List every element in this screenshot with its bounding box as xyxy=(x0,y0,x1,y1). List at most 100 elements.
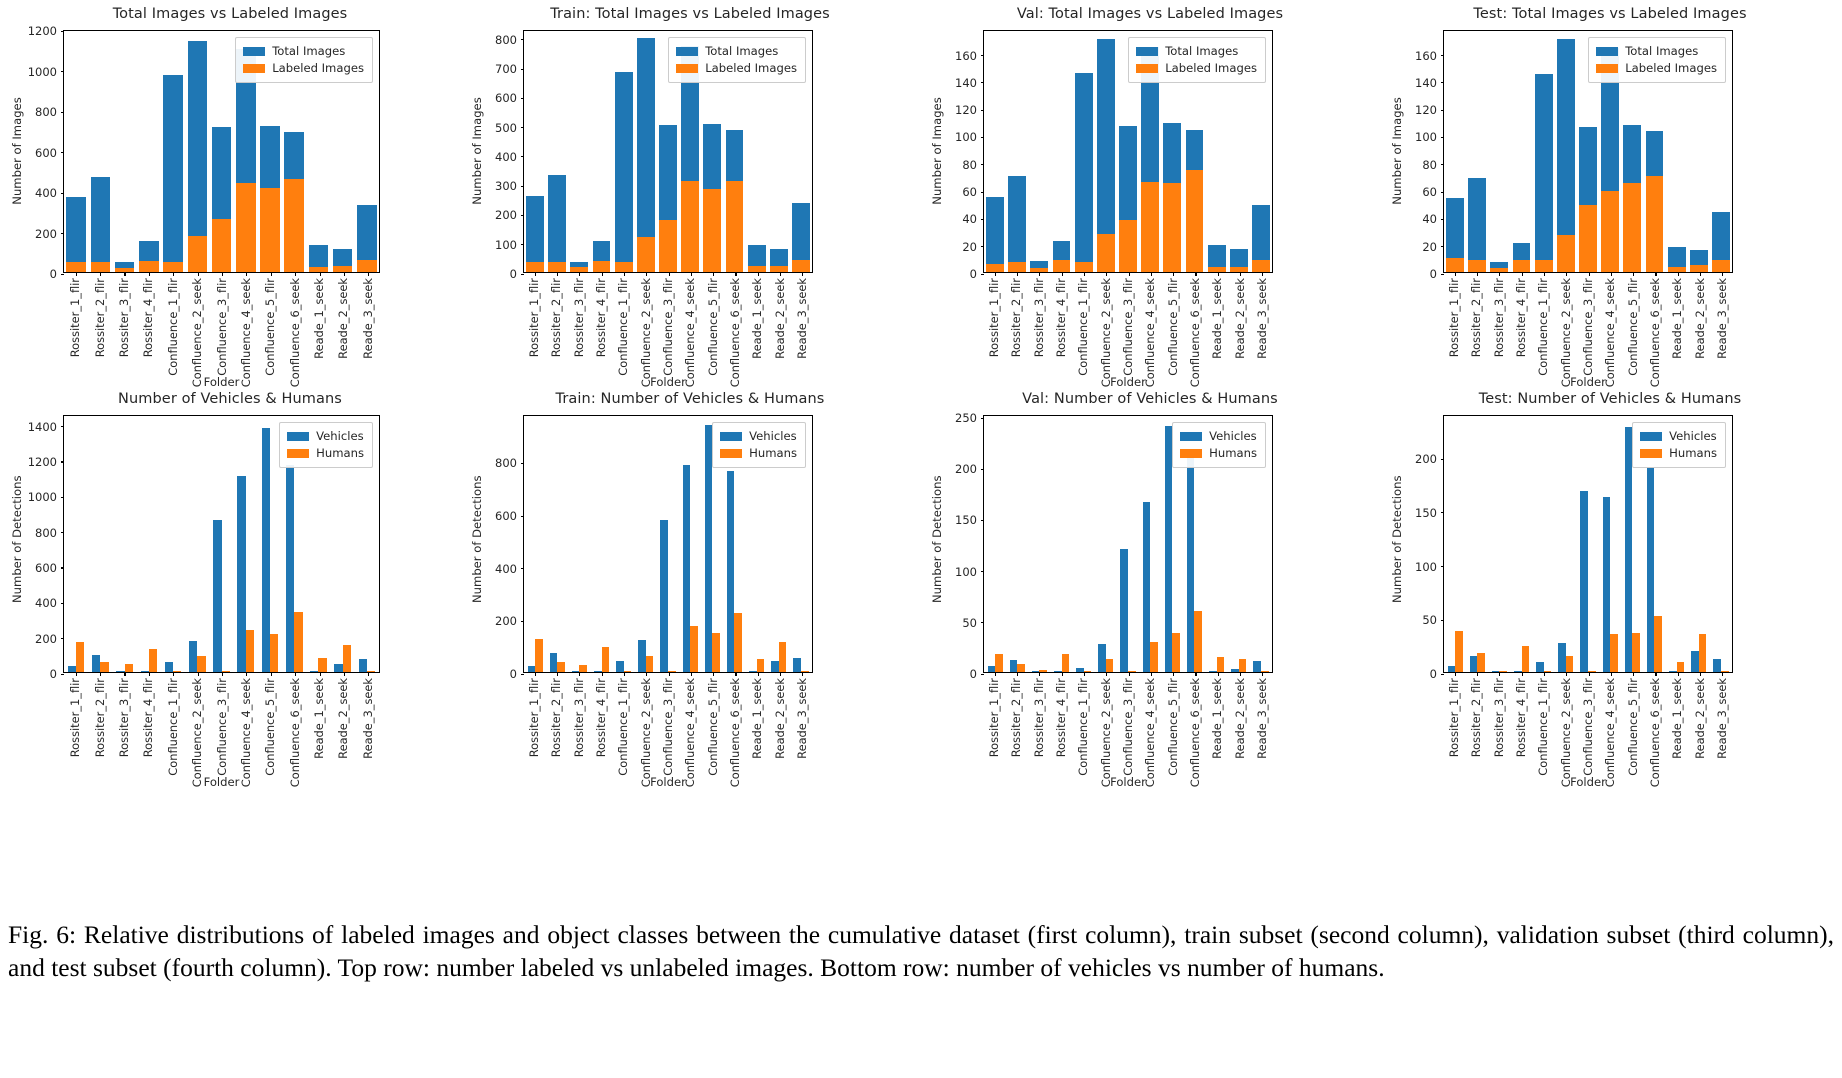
x-axis-tick-mark xyxy=(295,672,297,676)
bar-slot xyxy=(112,31,136,272)
x-axis-tick-label: Reade_1_seek xyxy=(312,278,327,359)
bar-humans xyxy=(1654,616,1663,672)
x-axis-tick-label: Reade_1_seek xyxy=(750,278,765,359)
bar-vehicles xyxy=(1142,502,1151,672)
bar-slot xyxy=(679,416,701,672)
bar-vehicles xyxy=(1491,670,1500,672)
bar-slot xyxy=(234,416,258,672)
bar-segment-labeled-images xyxy=(1579,205,1597,272)
x-axis-tick-label: Reade_3_seek xyxy=(1714,678,1729,759)
bar-vehicles xyxy=(1098,644,1106,672)
x-axis-tick-mark xyxy=(1476,672,1479,676)
bar-vehicles xyxy=(1231,668,1239,672)
legend-label: Labeled Images xyxy=(1165,60,1257,75)
x-axis-tick-mark xyxy=(343,672,346,676)
bar-vehicles xyxy=(793,658,801,672)
x-axis-tick-label: Confluence_1_flir xyxy=(1076,278,1091,376)
stacked-bar xyxy=(725,130,744,272)
x-axis-tick-mark xyxy=(295,272,297,276)
bar-vehicles xyxy=(638,640,646,672)
stacked-bar xyxy=(1534,74,1553,272)
x-axis-tick-label: Reade_1_seek xyxy=(1210,278,1225,359)
x-axis-tick-mark xyxy=(270,272,272,276)
legend-swatch-orange-icon xyxy=(1640,448,1663,458)
grouped-bar-pair xyxy=(1098,416,1114,672)
x-axis-tick-label: Confluence_3_flir xyxy=(1581,678,1595,776)
bar-segment-total-images xyxy=(1645,131,1664,177)
legend-swatch-blue-icon xyxy=(243,46,266,56)
x-axis-label: Folder xyxy=(650,775,686,789)
bar-segment-labeled-images xyxy=(308,266,329,272)
bar-humans xyxy=(1039,669,1047,672)
bar-segment-total-images xyxy=(1712,211,1730,260)
bar-vehicles xyxy=(116,671,125,672)
bar-segment-total-images xyxy=(1052,240,1071,260)
bar-humans xyxy=(318,658,327,672)
chart-panel-all_detections: Number of Vehicles & Humans 0 200 400 600 800… xyxy=(0,385,460,789)
x-axis-tick-label: Rossiter_3_flir xyxy=(1031,678,1046,758)
x-axis-tick-mark xyxy=(1543,672,1545,676)
x-axis-tick-mark xyxy=(124,672,126,676)
x-axis-tick-label: Rossiter_1_flir xyxy=(987,678,1002,758)
stacked-bar xyxy=(163,74,183,272)
bar-segment-labeled-images xyxy=(1052,259,1071,272)
chart-panel-val_images: Val: Total Images vs Labeled Images 0 20 40… xyxy=(920,0,1380,389)
x-axis-tick-mark xyxy=(1521,272,1523,276)
bar-vehicles xyxy=(616,661,624,672)
x-axis-tick-label: Confluence_6_seek xyxy=(1647,678,1662,788)
bar-humans xyxy=(1477,652,1485,672)
bar-segment-labeled-images xyxy=(1623,183,1642,272)
legend-entry: Humans xyxy=(720,445,797,462)
stacked-bar xyxy=(332,248,353,272)
x-axis-tick-label: Confluence_6_seek xyxy=(1187,278,1202,388)
bar-vehicles xyxy=(310,671,319,672)
x-axis-tick-label: Rossiter_2_flir xyxy=(1469,678,1484,758)
grouped-bar-pair xyxy=(164,416,182,672)
bar-vehicles xyxy=(1253,660,1261,672)
x-axis-tick-mark xyxy=(1677,272,1679,276)
x-axis-tick-mark xyxy=(1061,672,1063,676)
bar-segment-total-images xyxy=(357,204,377,260)
stacked-bar xyxy=(548,175,567,272)
bar-segment-labeled-images xyxy=(163,262,183,272)
bar-humans xyxy=(1105,658,1114,672)
bar-vehicles xyxy=(285,464,295,672)
stacked-bar xyxy=(1667,247,1686,272)
bar-slot xyxy=(524,31,546,272)
x-axis-tick-label: Confluence_4_seek xyxy=(1603,678,1618,788)
bar-segment-total-images xyxy=(1556,38,1575,236)
chart-panel-test_detections: Test: Number of Vehicles & Humans 0 50 100 1… xyxy=(1380,385,1840,789)
bar-humans xyxy=(557,662,565,672)
bar-humans xyxy=(148,648,158,672)
grouped-bar-pair xyxy=(140,416,158,672)
x-axis-tick-label: Reade_3_seek xyxy=(1254,678,1269,759)
x-axis-tick-label: Rossiter_1_flir xyxy=(68,278,83,358)
bar-segment-labeled-images xyxy=(90,262,111,272)
grouped-bar-pair xyxy=(1602,416,1618,672)
x-axis-tick-mark xyxy=(197,672,199,676)
bar-segment-labeled-images xyxy=(769,265,788,272)
x-axis-tick-mark xyxy=(623,672,625,676)
x-axis-tick-label: Rossiter_2_flir xyxy=(1009,678,1024,758)
bar-vehicles xyxy=(726,470,735,672)
x-axis-tick-mark xyxy=(1588,672,1590,676)
chart-panel-val_detections: Val: Number of Vehicles & Humans 0 50 100 15… xyxy=(920,385,1380,789)
bar-segment-labeled-images xyxy=(1096,233,1115,272)
bar-segment-labeled-images xyxy=(1468,259,1487,272)
bar-segment-labeled-images xyxy=(614,261,633,272)
bar-segment-labeled-images xyxy=(548,262,567,272)
x-axis-tick-mark xyxy=(1173,272,1175,276)
legend-entry: Humans xyxy=(1180,445,1257,462)
grouped-bar-pair xyxy=(1447,416,1463,672)
x-axis-tick-label: Rossiter_4_flir xyxy=(594,278,609,358)
legend-swatch-blue-icon xyxy=(676,46,699,56)
x-axis-tick-label: Rossiter_2_flir xyxy=(1469,278,1484,358)
bar-segment-total-images xyxy=(308,245,329,267)
chart-title: Test: Number of Vehicles & Humans xyxy=(1478,391,1742,407)
bar-slot xyxy=(1444,31,1466,272)
bar-segment-labeled-images xyxy=(681,180,700,272)
bar-segment-total-images xyxy=(187,40,208,237)
x-axis-tick-mark xyxy=(1677,672,1679,676)
x-axis-tick-label: Rossiter_3_flir xyxy=(1491,678,1506,758)
x-axis-tick-label: Confluence_3_flir xyxy=(214,678,229,776)
